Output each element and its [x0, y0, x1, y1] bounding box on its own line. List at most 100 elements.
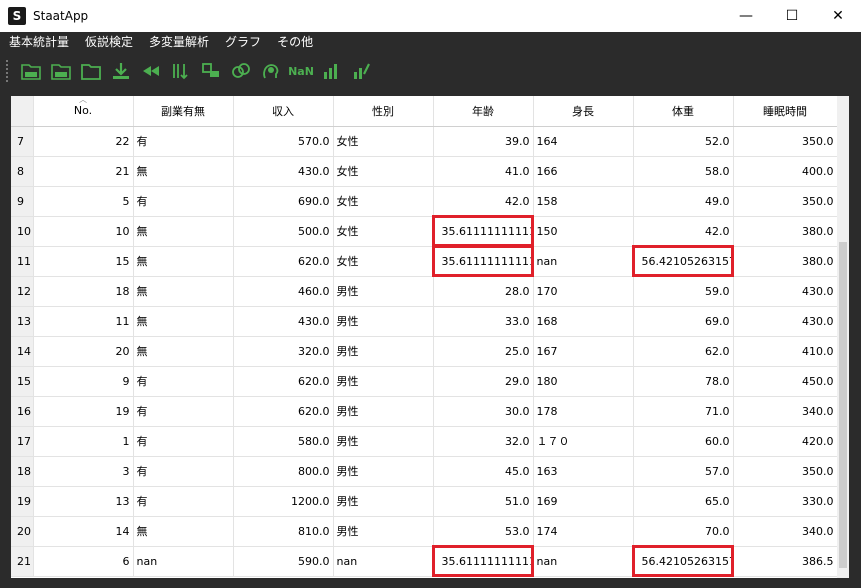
row-header[interactable]: 17: [11, 426, 34, 457]
table-cell[interactable]: 無: [133, 246, 234, 277]
table-cell[interactable]: 42.0: [633, 216, 734, 247]
table-cell[interactable]: 78.0: [633, 366, 734, 397]
menu-hypothesis-test[interactable]: 仮説検定: [77, 32, 141, 53]
data-grid[interactable]: ︿ No. 副業有無 収入 性別 年齢 身長 体重 睡眠時間 7 22 有 570.0 女…: [11, 96, 849, 578]
menu-multivariate[interactable]: 多変量解析: [141, 32, 217, 53]
table-cell[interactable]: 180: [533, 366, 634, 397]
table-cell[interactable]: nan: [333, 546, 434, 577]
vertical-scrollbar[interactable]: [837, 96, 849, 578]
nan-icon[interactable]: NaN: [286, 58, 316, 84]
table-cell[interactable]: 60.0: [633, 426, 734, 457]
table-cell[interactable]: 340.0: [733, 396, 838, 427]
table-cell[interactable]: 56.42105263157...: [632, 245, 734, 277]
table-cell[interactable]: 21: [33, 156, 134, 187]
table-cell[interactable]: 35.61111111111...: [432, 245, 534, 277]
table-row[interactable]: 12 18 無 460.0 男性 28.0 170 59.0 430.0: [11, 276, 838, 307]
close-button[interactable]: ✕: [815, 0, 861, 32]
table-cell[interactable]: 有: [133, 486, 234, 517]
table-cell[interactable]: 14: [33, 516, 134, 547]
table-row[interactable]: 8 21 無 430.0 女性 41.0 166 58.0 400.0: [11, 156, 838, 187]
scrollbar-thumb[interactable]: [839, 242, 847, 568]
table-cell[interactable]: 386.5: [733, 546, 838, 577]
table-cell[interactable]: 350.0: [733, 456, 838, 487]
table-cell[interactable]: 15: [33, 246, 134, 277]
table-row[interactable]: 1010無500.0女性35.61111111111...15042.0380.…: [11, 215, 838, 247]
table-cell[interactable]: 420.0: [733, 426, 838, 457]
table-cell[interactable]: 無: [133, 156, 234, 187]
table-cell[interactable]: 430.0: [233, 306, 334, 337]
column-header-weight[interactable]: 体重: [633, 96, 734, 127]
table-cell[interactable]: 350.0: [733, 126, 838, 157]
table-cell[interactable]: 620.0: [233, 246, 334, 277]
row-header[interactable]: 20: [11, 516, 34, 547]
table-cell[interactable]: 無: [133, 336, 234, 367]
table-cell[interactable]: 有: [133, 426, 234, 457]
table-cell[interactable]: 158: [533, 186, 634, 217]
csv-import-icon[interactable]: [16, 58, 46, 84]
table-cell[interactable]: 男性: [333, 486, 434, 517]
minimize-button[interactable]: —: [723, 0, 769, 32]
table-row[interactable]: 18 3 有 800.0 男性 45.0 163 57.0 350.0: [11, 456, 838, 487]
table-cell[interactable]: 6: [33, 546, 134, 577]
toolbar-grip[interactable]: [6, 60, 10, 82]
table-cell[interactable]: 620.0: [233, 396, 334, 427]
table-cell[interactable]: １７０: [533, 426, 634, 457]
table-cell[interactable]: 女性: [333, 216, 434, 247]
column-header-height[interactable]: 身長: [533, 96, 634, 127]
sort-icon[interactable]: [166, 58, 196, 84]
table-cell[interactable]: 30.0: [433, 396, 534, 427]
table-cell[interactable]: 22: [33, 126, 134, 157]
column-header-side-job[interactable]: 副業有無: [133, 96, 234, 127]
download-icon[interactable]: [106, 58, 136, 84]
rewind-icon[interactable]: [136, 58, 166, 84]
bar-edit-icon[interactable]: [346, 58, 376, 84]
table-cell[interactable]: 52.0: [633, 126, 734, 157]
table-cell[interactable]: 62.0: [633, 336, 734, 367]
transform-icon[interactable]: [196, 58, 226, 84]
table-cell[interactable]: 71.0: [633, 396, 734, 427]
table-cell[interactable]: 430.0: [733, 306, 838, 337]
table-cell[interactable]: 42.0: [433, 186, 534, 217]
table-cell[interactable]: 無: [133, 516, 234, 547]
row-header[interactable]: 9: [11, 186, 34, 217]
table-cell[interactable]: 56.42105263157...: [632, 545, 734, 577]
table-cell[interactable]: 150: [533, 216, 634, 247]
table-cell[interactable]: 59.0: [633, 276, 734, 307]
table-cell[interactable]: 男性: [333, 426, 434, 457]
table-cell[interactable]: 410.0: [733, 336, 838, 367]
column-header-no[interactable]: ︿ No.: [33, 96, 134, 127]
table-cell[interactable]: 380.0: [733, 216, 838, 247]
column-header-sleep[interactable]: 睡眠時間: [733, 96, 838, 127]
table-cell[interactable]: 有: [133, 456, 234, 487]
table-row[interactable]: 16 19 有 620.0 男性 30.0 178 71.0 340.0: [11, 396, 838, 427]
table-row[interactable]: 7 22 有 570.0 女性 39.0 164 52.0 350.0: [11, 126, 838, 157]
table-cell[interactable]: 380.0: [733, 246, 838, 277]
table-cell[interactable]: 800.0: [233, 456, 334, 487]
table-cell[interactable]: 無: [133, 306, 234, 337]
coins-icon[interactable]: [226, 58, 256, 84]
table-cell[interactable]: 430.0: [233, 156, 334, 187]
table-row[interactable]: 13 11 無 430.0 男性 33.0 168 69.0 430.0: [11, 306, 838, 337]
table-cell[interactable]: 男性: [333, 396, 434, 427]
table-cell[interactable]: 690.0: [233, 186, 334, 217]
table-row[interactable]: 15 9 有 620.0 男性 29.0 180 78.0 450.0: [11, 366, 838, 397]
table-cell[interactable]: 174: [533, 516, 634, 547]
table-cell[interactable]: 590.0: [233, 546, 334, 577]
row-header[interactable]: 8: [11, 156, 34, 187]
table-cell[interactable]: 男性: [333, 516, 434, 547]
table-cell[interactable]: 70.0: [633, 516, 734, 547]
row-header[interactable]: 12: [11, 276, 34, 307]
table-cell[interactable]: 女性: [333, 246, 434, 277]
row-header[interactable]: 18: [11, 456, 34, 487]
table-cell[interactable]: 450.0: [733, 366, 838, 397]
table-cell[interactable]: 男性: [333, 366, 434, 397]
table-cell[interactable]: 35.61111111111...: [432, 545, 534, 577]
row-header[interactable]: 11: [11, 246, 34, 277]
corner-cell[interactable]: [11, 96, 34, 127]
head-icon[interactable]: [256, 58, 286, 84]
table-cell[interactable]: 164: [533, 126, 634, 157]
table-row[interactable]: 216nan590.0nan35.61111111111...nan56.421…: [11, 545, 838, 577]
column-header-income[interactable]: 収入: [233, 96, 334, 127]
table-cell[interactable]: 53.0: [433, 516, 534, 547]
table-cell[interactable]: 19: [33, 396, 134, 427]
